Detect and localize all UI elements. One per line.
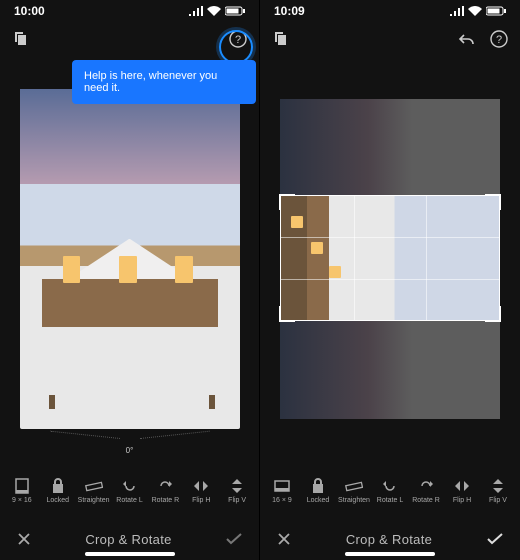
flip-v-icon <box>228 477 246 495</box>
tool-label: Flip H <box>192 497 210 504</box>
check-icon <box>225 532 243 546</box>
tool-label: Rotate L <box>116 497 142 504</box>
tool-label: Locked <box>307 497 330 504</box>
tool-label: Rotate R <box>152 497 180 504</box>
check-icon <box>486 532 504 546</box>
status-bar: 10:00 <box>0 0 259 22</box>
tool-flip-v[interactable]: Flip V <box>482 477 514 504</box>
wifi-icon <box>468 6 482 16</box>
rotate-right-icon <box>417 477 435 495</box>
mode-title: Crop & Rotate <box>85 532 171 547</box>
tool-flip-h[interactable]: Flip H <box>446 477 478 504</box>
tool-label: Straighten <box>78 497 110 504</box>
status-bar: 10:09 <box>260 0 520 22</box>
undo-icon[interactable] <box>458 32 476 46</box>
crop-frame[interactable] <box>280 195 500 321</box>
tool-label: Rotate L <box>377 497 403 504</box>
confirm-button[interactable] <box>225 532 243 546</box>
tool-label: Flip H <box>453 497 471 504</box>
rotation-value: 0° <box>126 446 134 455</box>
home-indicator[interactable] <box>85 552 175 556</box>
close-icon <box>276 531 292 547</box>
tool-straighten[interactable]: Straighten <box>78 477 110 504</box>
rotate-left-icon <box>381 477 399 495</box>
status-time: 10:09 <box>274 4 305 18</box>
tool-lock[interactable]: Locked <box>302 477 334 504</box>
home-indicator[interactable] <box>345 552 435 556</box>
rotation-dial[interactable]: 0° <box>50 438 210 462</box>
tool-label: Rotate R <box>412 497 440 504</box>
tool-rotate-left[interactable]: Rotate L <box>114 477 146 504</box>
battery-icon <box>225 6 245 16</box>
tool-label: Flip V <box>489 497 507 504</box>
aspect-icon <box>13 477 31 495</box>
tool-label: 9 × 16 <box>12 497 32 504</box>
lock-icon <box>49 477 67 495</box>
tool-label: Straighten <box>338 497 370 504</box>
tool-bar: 9 × 16 Locked Straighten Rotate L Rotate… <box>0 462 259 518</box>
crop-handle-br[interactable] <box>485 306 501 322</box>
cancel-button[interactable] <box>16 531 32 547</box>
straighten-icon <box>345 477 363 495</box>
status-icons <box>450 6 506 16</box>
flip-v-icon <box>489 477 507 495</box>
battery-icon <box>486 6 506 16</box>
mode-title: Crop & Rotate <box>346 532 432 547</box>
tool-aspect[interactable]: 16 × 9 <box>266 477 298 504</box>
copy-icon[interactable] <box>12 31 28 47</box>
rotate-left-icon <box>121 477 139 495</box>
status-time: 10:00 <box>14 4 45 18</box>
crop-handle-tr[interactable] <box>485 194 501 210</box>
crop-handle-tl[interactable] <box>279 194 295 210</box>
status-icons <box>189 6 245 16</box>
signal-icon <box>450 6 464 16</box>
editor-canvas[interactable]: 0° <box>0 56 259 462</box>
help-tooltip[interactable]: Help is here, whenever you need it. <box>72 60 256 104</box>
image-preview[interactable] <box>20 89 240 429</box>
close-icon <box>16 531 32 547</box>
rotate-right-icon <box>156 477 174 495</box>
flip-h-icon <box>192 477 210 495</box>
copy-icon[interactable] <box>272 31 288 47</box>
cancel-button[interactable] <box>276 531 292 547</box>
tool-label: Locked <box>46 497 69 504</box>
image-preview[interactable] <box>260 99 520 419</box>
tool-rotate-right[interactable]: Rotate R <box>149 477 181 504</box>
tool-flip-v[interactable]: Flip V <box>221 477 253 504</box>
wifi-icon <box>207 6 221 16</box>
tool-label: Flip V <box>228 497 246 504</box>
phone-left: 10:00 ? Help is here, whenever you need … <box>0 0 259 560</box>
tool-label: 16 × 9 <box>272 497 292 504</box>
tool-bar: 16 × 9 Locked Straighten Rotate L Rotate… <box>260 462 520 518</box>
tool-flip-h[interactable]: Flip H <box>185 477 217 504</box>
straighten-icon <box>85 477 103 495</box>
editor-canvas[interactable] <box>260 56 520 462</box>
tool-aspect[interactable]: 9 × 16 <box>6 477 38 504</box>
crop-handle-bl[interactable] <box>279 306 295 322</box>
tool-rotate-left[interactable]: Rotate L <box>374 477 406 504</box>
lock-icon <box>309 477 327 495</box>
flip-h-icon <box>453 477 471 495</box>
aspect-icon <box>273 477 291 495</box>
tool-straighten[interactable]: Straighten <box>338 477 370 504</box>
svg-text:?: ? <box>496 34 502 46</box>
tool-rotate-right[interactable]: Rotate R <box>410 477 442 504</box>
signal-icon <box>189 6 203 16</box>
confirm-button[interactable] <box>486 532 504 546</box>
phone-right: 10:09 ? <box>259 0 520 560</box>
help-icon[interactable]: ? <box>490 30 508 48</box>
tool-lock[interactable]: Locked <box>42 477 74 504</box>
top-bar: ? <box>260 22 520 56</box>
